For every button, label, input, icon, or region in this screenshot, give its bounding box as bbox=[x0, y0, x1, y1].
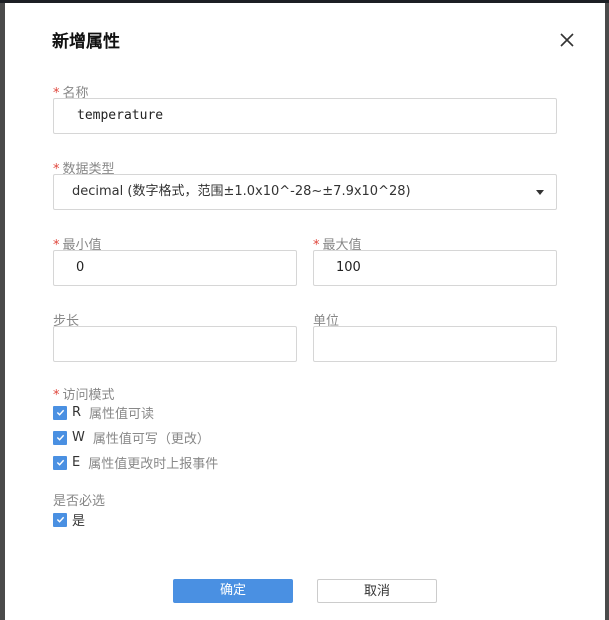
dialog-title: 新增属性 bbox=[52, 32, 120, 52]
checkbox-checked-icon bbox=[53, 455, 67, 470]
close-icon[interactable] bbox=[558, 31, 576, 49]
required-checkbox[interactable]: 是 bbox=[53, 510, 85, 529]
unit-input[interactable] bbox=[313, 326, 557, 362]
checkbox-checked-icon bbox=[53, 512, 67, 527]
chevron-down-icon bbox=[536, 190, 544, 195]
min-input[interactable]: 0 bbox=[53, 250, 297, 286]
access-read-checkbox[interactable]: R 属性值可读 bbox=[53, 403, 154, 422]
checkbox-checked-icon bbox=[53, 405, 67, 420]
step-input[interactable] bbox=[53, 326, 297, 362]
name-input[interactable]: temperature bbox=[53, 98, 557, 134]
data-type-select[interactable]: decimal (数字格式，范围±1.0x10^-28~±7.9x10^28) bbox=[53, 174, 557, 210]
checkbox-checked-icon bbox=[53, 430, 67, 445]
add-property-dialog: 新增属性 * 名称 temperature * 数据类型 decimal (数字格式… bbox=[5, 3, 605, 620]
confirm-button[interactable]: 确定 bbox=[173, 579, 293, 603]
max-input[interactable]: 100 bbox=[313, 250, 557, 286]
required-label: 是否必选 bbox=[53, 494, 106, 509]
cancel-button[interactable]: 取消 bbox=[317, 579, 437, 603]
access-write-checkbox[interactable]: W 属性值可写（更改） bbox=[53, 428, 210, 447]
access-mode-label: * 访问模式 bbox=[53, 388, 115, 403]
access-event-checkbox[interactable]: E 属性值更改时上报事件 bbox=[53, 453, 218, 472]
